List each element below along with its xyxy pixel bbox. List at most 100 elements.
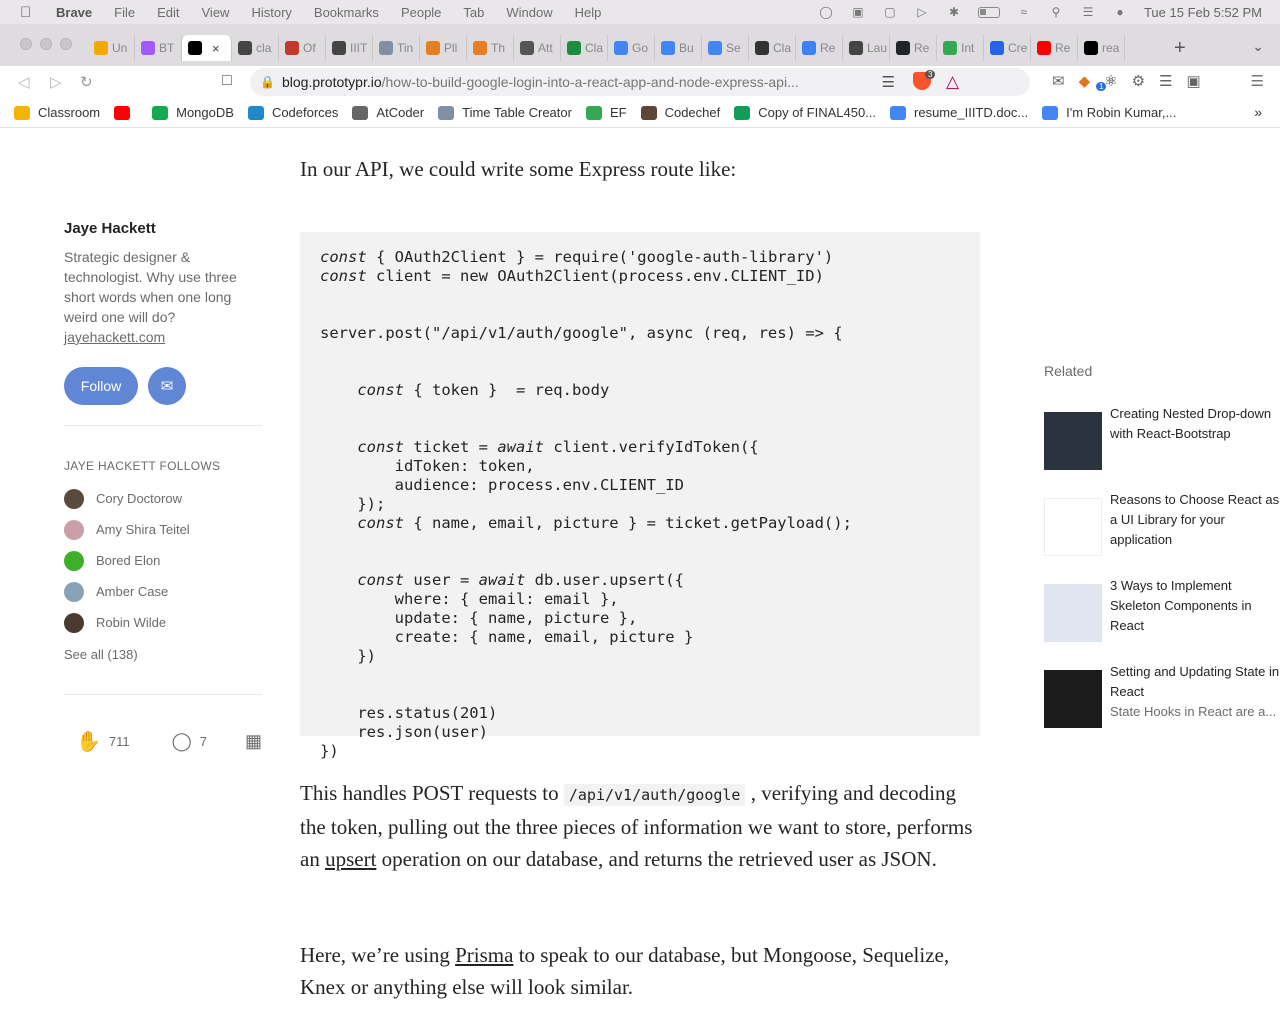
menu-edit[interactable]: Edit xyxy=(157,5,179,20)
control-center-icon[interactable]: ☰ xyxy=(1080,5,1096,19)
browser-tab[interactable]: Att xyxy=(514,35,561,61)
related-thumbnail[interactable] xyxy=(1044,584,1102,642)
hamburger-menu-icon[interactable]: ☰ xyxy=(1251,72,1264,90)
siri-icon[interactable]: ● xyxy=(1112,5,1128,19)
see-all-link[interactable]: See all (138) xyxy=(64,647,262,662)
bookmark-item[interactable]: Time Table Creator xyxy=(438,105,572,120)
browser-tab[interactable]: Re xyxy=(796,35,843,61)
close-tab-icon[interactable]: × xyxy=(212,41,220,56)
browser-tab[interactable]: Se xyxy=(702,35,749,61)
brave-rewards-icon[interactable]: △ xyxy=(946,72,959,92)
followed-name: Cory Doctorow xyxy=(96,491,182,506)
menu-help[interactable]: Help xyxy=(575,5,602,20)
browser-tab[interactable]: Go xyxy=(608,35,655,61)
extensions-icon[interactable]: ⚙ xyxy=(1132,72,1145,90)
wifi-icon[interactable]: ≈ xyxy=(1016,5,1032,19)
followed-account[interactable]: Amy Shira Teitel xyxy=(64,514,262,545)
related-title-text[interactable]: Creating Nested Drop-down with React-Boo… xyxy=(1110,404,1280,444)
menu-window[interactable]: Window xyxy=(506,5,552,20)
related-title-text[interactable]: Reasons to Choose React as a UI Library … xyxy=(1110,490,1280,550)
browser-tab[interactable]: Cla xyxy=(561,35,608,61)
bookmark-item[interactable]: I'm Robin Kumar,... xyxy=(1042,105,1176,120)
menu-tab[interactable]: Tab xyxy=(463,5,484,20)
bookmark-item[interactable]: Codechef xyxy=(640,105,720,120)
upsert-link[interactable]: upsert xyxy=(325,847,376,871)
followed-account[interactable]: Cory Doctorow xyxy=(64,483,262,514)
browser-tab[interactable]: BT xyxy=(135,35,182,61)
vpn-icon[interactable]: ▣ xyxy=(850,5,866,19)
playlist-icon[interactable]: ☰ xyxy=(1159,72,1172,90)
browser-tab[interactable]: Cre xyxy=(984,35,1031,61)
headphones-icon[interactable]: ◯ xyxy=(818,5,834,19)
bookmark-item[interactable]: AtCoder xyxy=(352,105,424,120)
response-icon[interactable]: ◯ xyxy=(172,731,192,752)
browser-tab[interactable]: Th xyxy=(467,35,514,61)
minimize-window-button[interactable] xyxy=(40,38,52,50)
menu-bookmarks[interactable]: Bookmarks xyxy=(314,5,379,20)
bookmark-item[interactable]: resume_IIITD.doc... xyxy=(890,105,1028,120)
zoom-window-button[interactable] xyxy=(60,38,72,50)
bookmark-item[interactable]: Copy of FINAL450... xyxy=(734,105,876,120)
menu-view[interactable]: View xyxy=(202,5,230,20)
close-window-button[interactable] xyxy=(20,38,32,50)
related-title-text[interactable]: Setting and Updating State in React xyxy=(1110,662,1280,702)
subscribe-email-icon[interactable]: ✉ xyxy=(148,367,186,405)
bookmarks-overflow-icon[interactable]: » xyxy=(1254,104,1262,120)
search-icon[interactable]: ⚲ xyxy=(1048,5,1064,19)
apple-icon[interactable]:  xyxy=(20,4,38,21)
browser-tab[interactable]: cla xyxy=(232,35,279,61)
browser-tab[interactable]: Re xyxy=(890,35,937,61)
browser-tab[interactable]: Cla xyxy=(749,35,796,61)
bookmark-item[interactable]: Codeforces xyxy=(247,105,338,120)
browser-tab[interactable]: Lau xyxy=(843,35,890,61)
browser-tab[interactable]: Bu xyxy=(655,35,702,61)
play-icon[interactable]: ▷ xyxy=(914,5,930,19)
metamask-icon[interactable]: ◆ xyxy=(1079,72,1091,90)
bookmark-item[interactable] xyxy=(114,105,138,120)
reload-icon[interactable]: ↻ xyxy=(80,73,93,91)
menu-history[interactable]: History xyxy=(251,5,291,20)
browser-tab[interactable]: Re xyxy=(1031,35,1078,61)
prisma-link[interactable]: Prisma xyxy=(455,943,513,967)
menu-people[interactable]: People xyxy=(401,5,441,20)
save-bookmark-icon[interactable]: ▦ xyxy=(245,731,262,752)
bluetooth-icon[interactable]: ✱ xyxy=(946,5,962,19)
app-menu[interactable]: Brave xyxy=(56,5,92,20)
bookmark-item[interactable]: EF xyxy=(585,105,627,120)
new-tab-button[interactable]: + xyxy=(1174,37,1186,60)
bookmark-item[interactable]: Classroom xyxy=(14,105,100,120)
menu-file[interactable]: File xyxy=(114,5,135,20)
followed-account[interactable]: Amber Case xyxy=(64,576,262,607)
author-name[interactable]: Jaye Hackett xyxy=(64,220,262,237)
followed-account[interactable]: Bored Elon xyxy=(64,545,262,576)
wallet-icon[interactable]: ▣ xyxy=(1186,72,1200,90)
chevron-down-icon[interactable]: ⌄ xyxy=(1252,38,1264,55)
browser-tab[interactable]: IIIT xyxy=(326,35,373,61)
forward-icon[interactable]: ▷ xyxy=(50,73,62,91)
related-thumbnail[interactable] xyxy=(1044,412,1102,470)
mail-icon[interactable]: ✉ xyxy=(1052,72,1065,90)
follow-button[interactable]: Follow xyxy=(64,367,138,405)
related-thumbnail[interactable] xyxy=(1044,670,1102,728)
browser-tab[interactable]: Pll xyxy=(420,35,467,61)
window-icon[interactable]: ▢ xyxy=(882,5,898,19)
clap-icon[interactable]: ✋ xyxy=(76,729,101,754)
clock[interactable]: Tue 15 Feb 5:52 PM xyxy=(1144,5,1262,20)
bookmark-item[interactable]: MongoDB xyxy=(152,105,234,120)
browser-tab[interactable]: Int xyxy=(937,35,984,61)
back-icon[interactable]: ◁ xyxy=(18,73,30,91)
browser-tab[interactable]: Tin xyxy=(373,35,420,61)
browser-tab[interactable]: Un xyxy=(88,35,135,61)
browser-tab[interactable]: rea xyxy=(1078,35,1125,61)
related-thumbnail[interactable] xyxy=(1044,498,1102,556)
browser-tab[interactable]: × xyxy=(182,35,232,61)
battery-icon[interactable] xyxy=(977,6,1000,18)
author-site-link[interactable]: jayehackett.com xyxy=(64,329,165,345)
bookmark-icon[interactable]: □ xyxy=(222,72,232,90)
lock-icon[interactable]: 🔒 xyxy=(260,75,282,89)
browser-tab[interactable]: Of xyxy=(279,35,326,61)
related-title-text[interactable]: 3 Ways to Implement Skeleton Components … xyxy=(1110,576,1280,636)
followed-account[interactable]: Robin Wilde xyxy=(64,607,262,638)
reader-mode-icon[interactable]: ☰ xyxy=(882,73,895,91)
react-devtools-icon[interactable]: ⚛ xyxy=(1104,72,1117,90)
